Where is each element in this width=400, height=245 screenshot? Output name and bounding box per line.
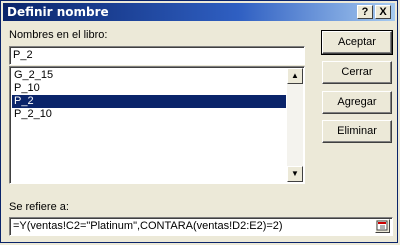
accept-button[interactable]: Aceptar — [321, 30, 393, 55]
dialog-title: Definir nombre — [7, 5, 109, 19]
title-bar[interactable]: Definir nombre ? X — [3, 3, 395, 21]
name-input[interactable]: P_2 — [9, 46, 305, 65]
add-button[interactable]: Agregar — [322, 91, 392, 114]
list-item[interactable]: P_2 — [12, 95, 286, 108]
refers-to-label: Se refiere a: — [9, 201, 69, 213]
close-button[interactable]: Cerrar — [322, 61, 392, 84]
refers-to-value: =Y(ventas!C2="Platinum",CONTARA(ventas!D… — [13, 220, 283, 232]
range-collapse-icon[interactable] — [375, 219, 390, 233]
scroll-up-icon[interactable]: ▲ — [287, 68, 303, 84]
list-item[interactable]: P_10 — [12, 82, 286, 95]
scroll-down-icon[interactable]: ▼ — [287, 166, 303, 182]
help-button[interactable]: ? — [357, 5, 373, 19]
define-name-dialog: Definir nombre ? X Nombres en el libro: … — [0, 0, 398, 243]
close-window-button[interactable]: X — [375, 5, 391, 19]
list-item[interactable]: G_2_15 — [12, 69, 286, 82]
names-label: Nombres en el libro: — [9, 29, 108, 41]
delete-button[interactable]: Eliminar — [322, 120, 392, 143]
list-item[interactable]: P_2_10 — [12, 108, 286, 121]
list-scrollbar[interactable]: ▲ ▼ — [287, 68, 303, 182]
names-list[interactable]: G_2_15 P_10 P_2 P_2_10 ▲ ▼ — [9, 66, 305, 184]
refers-to-input[interactable]: =Y(ventas!C2="Platinum",CONTARA(ventas!D… — [9, 217, 393, 236]
